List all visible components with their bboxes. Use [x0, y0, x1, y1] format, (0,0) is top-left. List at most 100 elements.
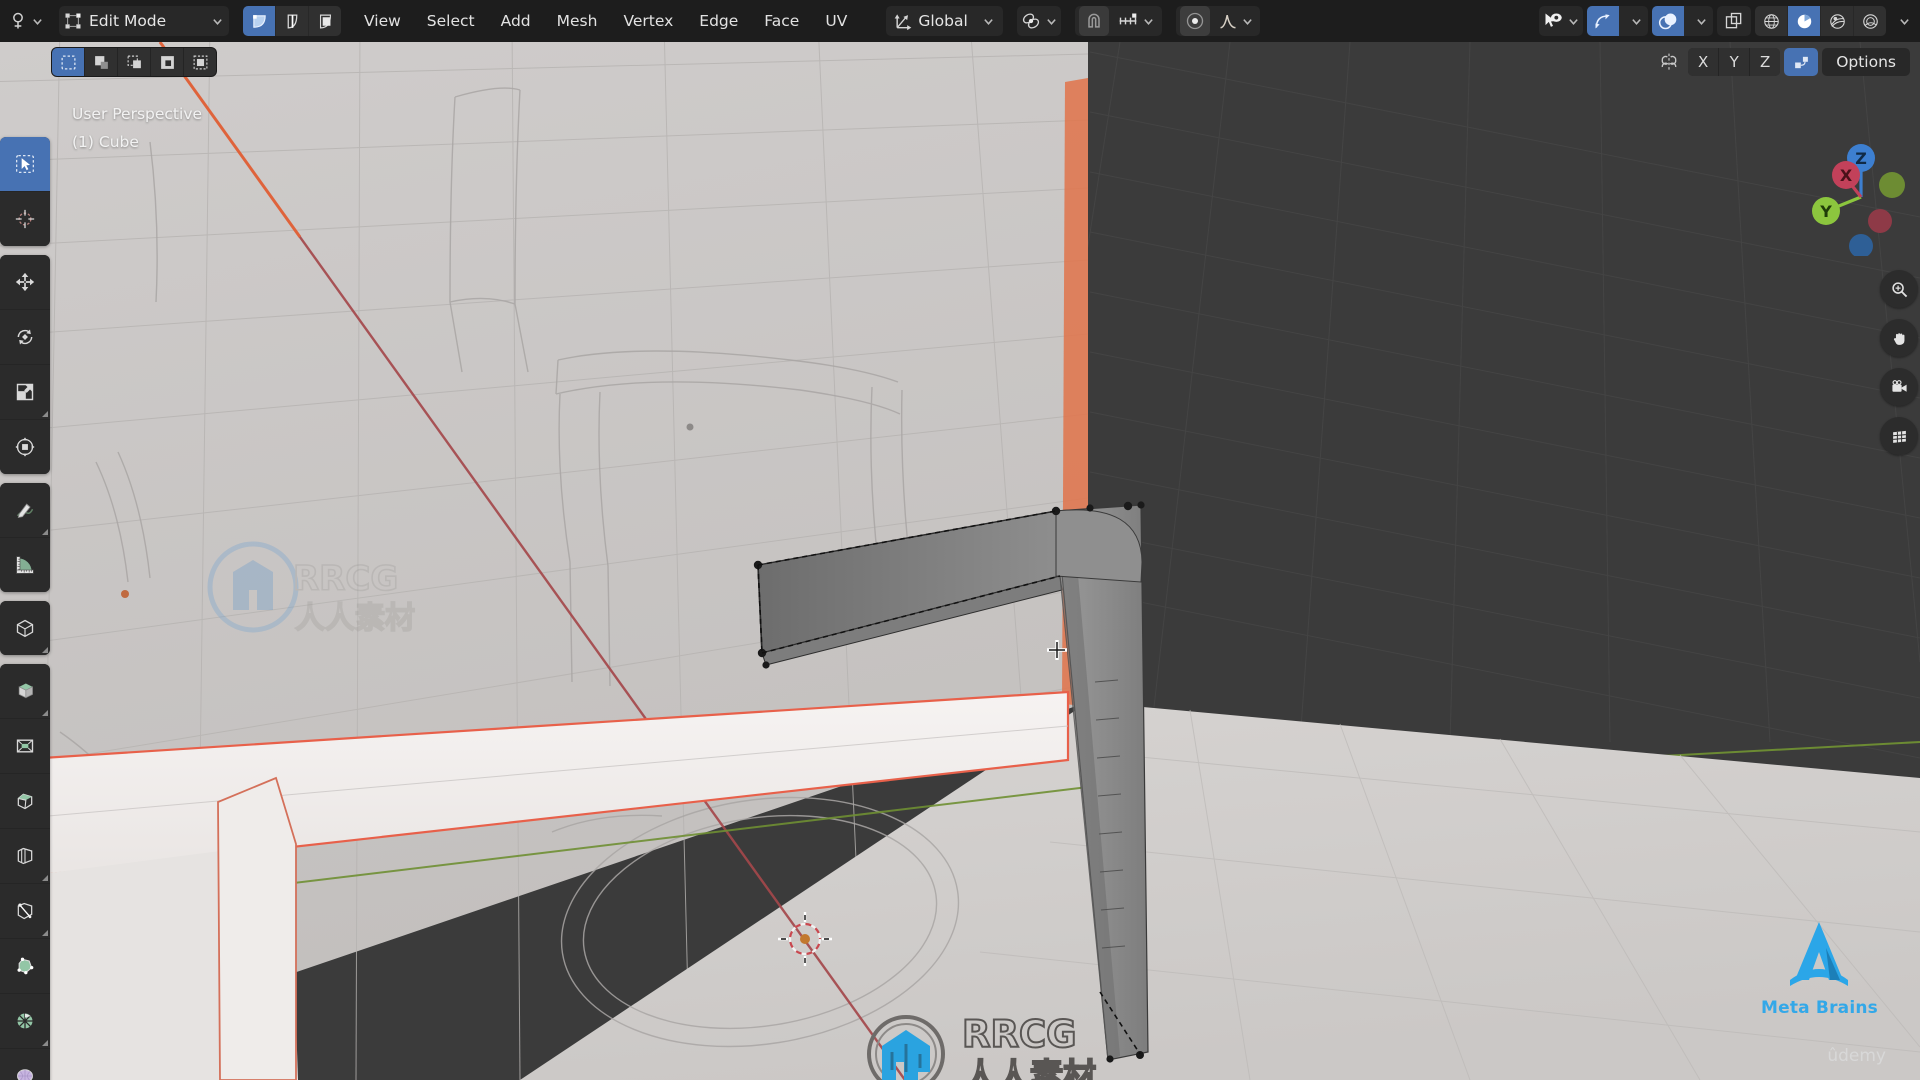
loop-cut-icon — [17, 847, 33, 865]
tool-measure[interactable] — [0, 537, 50, 592]
menu-edge[interactable]: Edge — [686, 6, 751, 36]
tool-submenu-indicator — [42, 930, 48, 936]
tool-annotate[interactable] — [0, 483, 50, 537]
snapping-controls[interactable] — [1074, 6, 1162, 36]
menu-add[interactable]: Add — [488, 6, 544, 36]
ruler-measure-icon — [16, 556, 34, 574]
symmetry-axis-group[interactable]: X Y Z — [1688, 48, 1781, 76]
show-gizmo-toggle[interactable] — [1587, 6, 1619, 36]
viewport-menu-bar[interactable]: View Select Add Mesh Vertex Edge Face UV — [351, 6, 860, 36]
viewport-header-toolbar[interactable]: Edit Mode View Select Add Mesh Vertex Ed… — [0, 0, 1920, 42]
vertex-select-mode-button[interactable] — [243, 6, 275, 36]
chevron-down-icon — [1144, 18, 1153, 25]
overlays-circles-icon — [1658, 13, 1677, 30]
options-dropdown-button[interactable]: Options — [1822, 48, 1910, 76]
menu-uv[interactable]: UV — [812, 6, 860, 36]
proportional-editing-toggle[interactable] — [1179, 6, 1210, 36]
editor-type-selector[interactable] — [6, 6, 45, 36]
select-extend-button[interactable] — [84, 48, 117, 76]
face-select-mode-button[interactable] — [309, 6, 341, 36]
svg-text:Y: Y — [1819, 202, 1832, 221]
transform-all-icon — [15, 437, 35, 457]
tool-knife[interactable] — [0, 883, 50, 938]
select-box-icon — [60, 54, 76, 70]
shading-solid-button[interactable] — [1788, 6, 1820, 36]
tool-add-cube[interactable] — [0, 601, 50, 655]
viewport-shading-group[interactable] — [1755, 6, 1886, 36]
vertex-select-icon — [252, 14, 266, 28]
tool-rotate[interactable] — [0, 309, 50, 364]
snap-to-selector[interactable] — [1114, 6, 1158, 36]
select-invert-button[interactable] — [150, 48, 183, 76]
gizmo-options-dropdown[interactable] — [1624, 6, 1648, 36]
shading-rendered-button[interactable] — [1854, 6, 1886, 36]
axis-x-negative — [1868, 209, 1892, 233]
toggle-perspective-ortho-button[interactable] — [1880, 417, 1918, 455]
pivot-point-selector[interactable] — [1016, 6, 1061, 36]
tool-move[interactable] — [0, 255, 50, 309]
magnifier-zoom-icon — [1891, 281, 1907, 297]
overlays-options-dropdown[interactable] — [1689, 6, 1713, 36]
transform-orientation-selector[interactable]: Global — [886, 6, 1003, 36]
bevel-icon — [17, 793, 33, 810]
menu-vertex[interactable]: Vertex — [610, 6, 686, 36]
editor-type-uv-editor-icon — [13, 12, 23, 29]
xray-toggle[interactable] — [1717, 6, 1751, 36]
tool-inset-faces[interactable] — [0, 718, 50, 773]
tool-scale[interactable] — [0, 364, 50, 419]
menu-face[interactable]: Face — [751, 6, 812, 36]
tool-extrude-region[interactable] — [0, 664, 50, 718]
chevron-down-icon — [1899, 18, 1909, 25]
menu-select[interactable]: Select — [414, 6, 488, 36]
3d-viewport[interactable]: User Perspective (1) Cube RRCG 人人素材 RRCG… — [0, 42, 1920, 1080]
viewport-nav-buttons[interactable] — [1880, 270, 1918, 455]
tool-tweak-select-box[interactable] — [0, 137, 50, 191]
proportional-editing-icon — [1186, 12, 1203, 30]
tool-poly-build[interactable] — [0, 938, 50, 993]
menu-view[interactable]: View — [351, 6, 414, 36]
camera-view-button[interactable] — [1880, 368, 1918, 406]
proportional-falloff-selector[interactable] — [1215, 6, 1256, 36]
tool-shelf[interactable] — [0, 137, 50, 1080]
symmetry-axis-x[interactable]: X — [1688, 48, 1719, 76]
interaction-mode-selector[interactable]: Edit Mode — [59, 6, 229, 36]
pencil-annotate-icon — [16, 503, 34, 519]
symmetry-axis-y[interactable]: Y — [1718, 48, 1750, 76]
overlays-controls[interactable] — [1652, 6, 1713, 36]
edge-select-icon — [287, 13, 297, 29]
select-subtract-button[interactable] — [117, 48, 150, 76]
snap-magnet-toggle[interactable] — [1078, 6, 1109, 36]
topology-mirror-icon — [1794, 56, 1808, 68]
pivot-point-icon — [1022, 13, 1039, 29]
mesh-select-mode-group[interactable] — [243, 6, 341, 36]
gizmo-controls[interactable] — [1587, 6, 1648, 36]
toolbar-separator — [47, 21, 57, 22]
shading-material-preview-button[interactable] — [1821, 6, 1853, 36]
topology-mirror-toggle[interactable] — [1784, 48, 1819, 76]
select-box-new-button[interactable] — [52, 48, 84, 76]
tool-spin[interactable] — [0, 993, 50, 1048]
view-axis-gizmo[interactable]: Z X Y — [1802, 138, 1920, 256]
show-overlays-toggle[interactable] — [1652, 6, 1684, 36]
shading-wireframe-button[interactable] — [1755, 6, 1787, 36]
toolbar-separator — [1164, 21, 1174, 22]
symmetry-axis-z[interactable]: Z — [1749, 48, 1781, 76]
move-view-button[interactable] — [1880, 319, 1918, 357]
inset-faces-icon — [16, 739, 34, 753]
select-subtract-icon — [127, 55, 141, 68]
zoom-view-button[interactable] — [1880, 270, 1918, 308]
tool-bevel[interactable] — [0, 773, 50, 828]
shading-options-dropdown[interactable] — [1894, 6, 1914, 36]
tool-transform[interactable] — [0, 419, 50, 474]
edge-select-mode-button[interactable] — [276, 6, 308, 36]
viewport-display-controls[interactable] — [1539, 6, 1914, 36]
menu-mesh[interactable]: Mesh — [544, 6, 611, 36]
proportional-editing-controls[interactable] — [1175, 6, 1260, 36]
tool-cursor[interactable] — [0, 191, 50, 246]
tool-smooth-vertex[interactable] — [0, 1048, 50, 1080]
object-visibility-selector[interactable] — [1539, 6, 1583, 36]
tool-submenu-indicator — [42, 710, 48, 716]
select-intersect-button[interactable] — [183, 48, 216, 76]
tool-loop-cut[interactable] — [0, 828, 50, 883]
select-tool-mode-group[interactable] — [52, 48, 216, 76]
